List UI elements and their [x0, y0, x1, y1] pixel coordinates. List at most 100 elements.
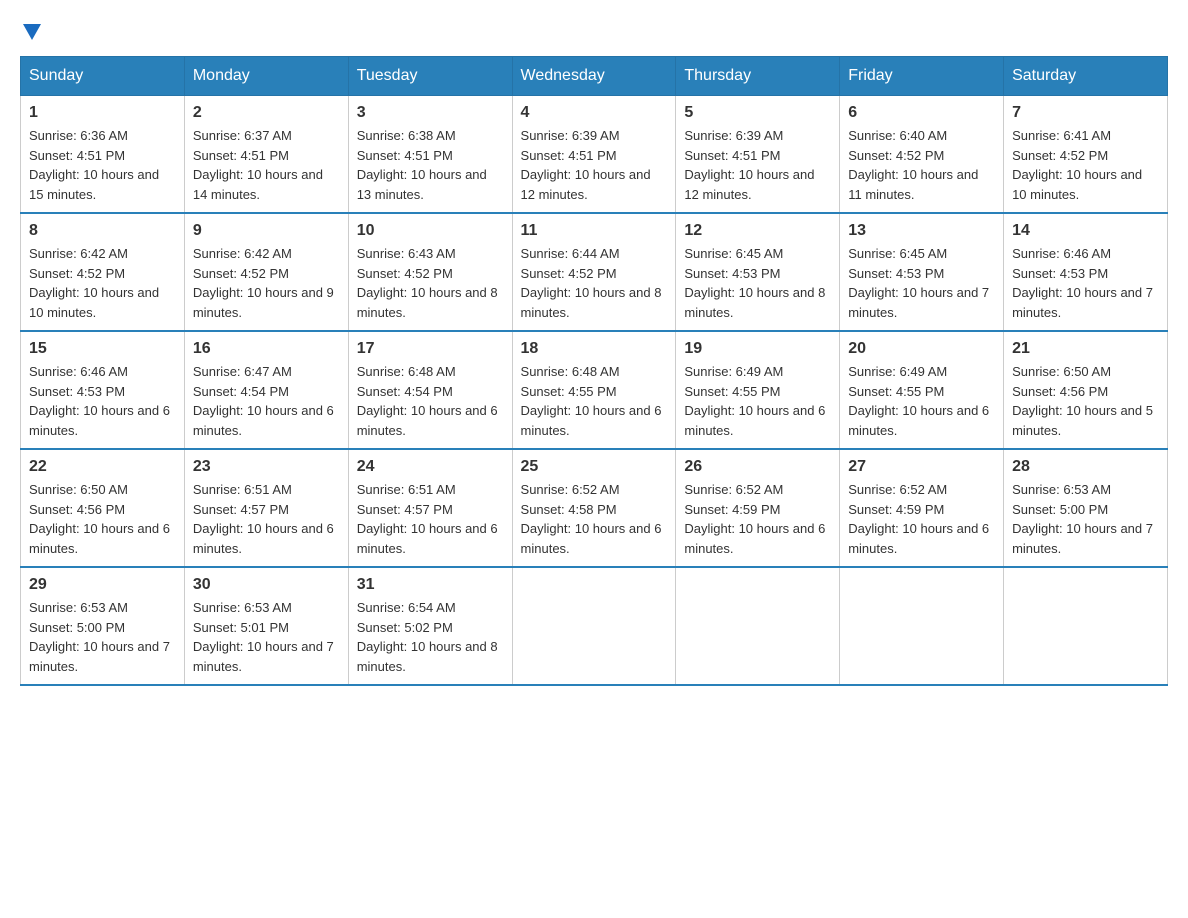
daylight-label: Daylight: 10 hours and 7 minutes. [848, 285, 989, 320]
day-number: 25 [521, 458, 668, 476]
day-info: Sunrise: 6:41 AM Sunset: 4:52 PM Dayligh… [1012, 126, 1159, 204]
daylight-label: Daylight: 10 hours and 8 minutes. [357, 285, 498, 320]
calendar-cell: 14 Sunrise: 6:46 AM Sunset: 4:53 PM Dayl… [1004, 213, 1168, 331]
sunset-label: Sunset: 5:00 PM [1012, 502, 1108, 517]
calendar-cell: 6 Sunrise: 6:40 AM Sunset: 4:52 PM Dayli… [840, 96, 1004, 214]
day-info: Sunrise: 6:42 AM Sunset: 4:52 PM Dayligh… [193, 244, 340, 322]
calendar-cell: 18 Sunrise: 6:48 AM Sunset: 4:55 PM Dayl… [512, 331, 676, 449]
calendar-cell [1004, 567, 1168, 685]
sunset-label: Sunset: 4:53 PM [684, 266, 780, 281]
daylight-label: Daylight: 10 hours and 6 minutes. [193, 521, 334, 556]
day-number: 19 [684, 340, 831, 358]
daylight-label: Daylight: 10 hours and 6 minutes. [848, 403, 989, 438]
day-number: 2 [193, 104, 340, 122]
daylight-label: Daylight: 10 hours and 15 minutes. [29, 167, 159, 202]
day-number: 31 [357, 576, 504, 594]
daylight-label: Daylight: 10 hours and 13 minutes. [357, 167, 487, 202]
sunrise-label: Sunrise: 6:50 AM [29, 482, 128, 497]
calendar-cell: 15 Sunrise: 6:46 AM Sunset: 4:53 PM Dayl… [21, 331, 185, 449]
sunrise-label: Sunrise: 6:47 AM [193, 364, 292, 379]
day-info: Sunrise: 6:46 AM Sunset: 4:53 PM Dayligh… [1012, 244, 1159, 322]
sunset-label: Sunset: 4:57 PM [357, 502, 453, 517]
day-number: 17 [357, 340, 504, 358]
sunrise-label: Sunrise: 6:52 AM [684, 482, 783, 497]
sunset-label: Sunset: 4:51 PM [684, 148, 780, 163]
sunset-label: Sunset: 4:56 PM [29, 502, 125, 517]
sunrise-label: Sunrise: 6:45 AM [848, 246, 947, 261]
sunset-label: Sunset: 4:51 PM [357, 148, 453, 163]
day-info: Sunrise: 6:38 AM Sunset: 4:51 PM Dayligh… [357, 126, 504, 204]
day-number: 14 [1012, 222, 1159, 240]
sunset-label: Sunset: 4:52 PM [357, 266, 453, 281]
day-info: Sunrise: 6:51 AM Sunset: 4:57 PM Dayligh… [357, 480, 504, 558]
day-info: Sunrise: 6:43 AM Sunset: 4:52 PM Dayligh… [357, 244, 504, 322]
day-number: 8 [29, 222, 176, 240]
daylight-label: Daylight: 10 hours and 5 minutes. [1012, 403, 1153, 438]
header-thursday: Thursday [676, 57, 840, 96]
week-row-4: 22 Sunrise: 6:50 AM Sunset: 4:56 PM Dayl… [21, 449, 1168, 567]
sunset-label: Sunset: 4:53 PM [1012, 266, 1108, 281]
calendar-table: SundayMondayTuesdayWednesdayThursdayFrid… [20, 56, 1168, 686]
day-number: 18 [521, 340, 668, 358]
calendar-cell [676, 567, 840, 685]
sunset-label: Sunset: 4:59 PM [684, 502, 780, 517]
day-info: Sunrise: 6:49 AM Sunset: 4:55 PM Dayligh… [684, 362, 831, 440]
calendar-cell: 12 Sunrise: 6:45 AM Sunset: 4:53 PM Dayl… [676, 213, 840, 331]
day-number: 13 [848, 222, 995, 240]
day-number: 29 [29, 576, 176, 594]
daylight-label: Daylight: 10 hours and 6 minutes. [357, 403, 498, 438]
header-wednesday: Wednesday [512, 57, 676, 96]
daylight-label: Daylight: 10 hours and 6 minutes. [684, 403, 825, 438]
sunset-label: Sunset: 5:01 PM [193, 620, 289, 635]
sunset-label: Sunset: 4:51 PM [193, 148, 289, 163]
day-info: Sunrise: 6:48 AM Sunset: 4:54 PM Dayligh… [357, 362, 504, 440]
daylight-label: Daylight: 10 hours and 9 minutes. [193, 285, 334, 320]
sunset-label: Sunset: 4:56 PM [1012, 384, 1108, 399]
sunset-label: Sunset: 4:52 PM [521, 266, 617, 281]
sunset-label: Sunset: 4:53 PM [848, 266, 944, 281]
calendar-cell: 23 Sunrise: 6:51 AM Sunset: 4:57 PM Dayl… [184, 449, 348, 567]
daylight-label: Daylight: 10 hours and 6 minutes. [193, 403, 334, 438]
calendar-cell: 4 Sunrise: 6:39 AM Sunset: 4:51 PM Dayli… [512, 96, 676, 214]
day-number: 5 [684, 104, 831, 122]
sunset-label: Sunset: 4:55 PM [684, 384, 780, 399]
calendar-header-row: SundayMondayTuesdayWednesdayThursdayFrid… [21, 57, 1168, 96]
calendar-cell [512, 567, 676, 685]
sunrise-label: Sunrise: 6:48 AM [357, 364, 456, 379]
day-info: Sunrise: 6:47 AM Sunset: 4:54 PM Dayligh… [193, 362, 340, 440]
daylight-label: Daylight: 10 hours and 10 minutes. [1012, 167, 1142, 202]
day-number: 6 [848, 104, 995, 122]
sunset-label: Sunset: 4:55 PM [521, 384, 617, 399]
sunrise-label: Sunrise: 6:52 AM [848, 482, 947, 497]
calendar-cell: 17 Sunrise: 6:48 AM Sunset: 4:54 PM Dayl… [348, 331, 512, 449]
calendar-cell: 19 Sunrise: 6:49 AM Sunset: 4:55 PM Dayl… [676, 331, 840, 449]
calendar-cell: 22 Sunrise: 6:50 AM Sunset: 4:56 PM Dayl… [21, 449, 185, 567]
day-info: Sunrise: 6:40 AM Sunset: 4:52 PM Dayligh… [848, 126, 995, 204]
sunrise-label: Sunrise: 6:39 AM [684, 128, 783, 143]
day-number: 3 [357, 104, 504, 122]
sunset-label: Sunset: 4:58 PM [521, 502, 617, 517]
day-number: 4 [521, 104, 668, 122]
day-number: 22 [29, 458, 176, 476]
sunrise-label: Sunrise: 6:42 AM [29, 246, 128, 261]
sunrise-label: Sunrise: 6:39 AM [521, 128, 620, 143]
sunset-label: Sunset: 4:59 PM [848, 502, 944, 517]
day-info: Sunrise: 6:52 AM Sunset: 4:59 PM Dayligh… [848, 480, 995, 558]
logo-triangle-icon [21, 20, 43, 42]
day-number: 7 [1012, 104, 1159, 122]
day-info: Sunrise: 6:53 AM Sunset: 5:00 PM Dayligh… [1012, 480, 1159, 558]
day-number: 10 [357, 222, 504, 240]
sunrise-label: Sunrise: 6:46 AM [1012, 246, 1111, 261]
calendar-cell: 1 Sunrise: 6:36 AM Sunset: 4:51 PM Dayli… [21, 96, 185, 214]
calendar-cell: 16 Sunrise: 6:47 AM Sunset: 4:54 PM Dayl… [184, 331, 348, 449]
header-tuesday: Tuesday [348, 57, 512, 96]
sunset-label: Sunset: 4:52 PM [1012, 148, 1108, 163]
calendar-cell: 25 Sunrise: 6:52 AM Sunset: 4:58 PM Dayl… [512, 449, 676, 567]
sunset-label: Sunset: 4:52 PM [193, 266, 289, 281]
daylight-label: Daylight: 10 hours and 7 minutes. [29, 639, 170, 674]
sunrise-label: Sunrise: 6:53 AM [29, 600, 128, 615]
sunrise-label: Sunrise: 6:41 AM [1012, 128, 1111, 143]
day-info: Sunrise: 6:51 AM Sunset: 4:57 PM Dayligh… [193, 480, 340, 558]
sunrise-label: Sunrise: 6:37 AM [193, 128, 292, 143]
sunset-label: Sunset: 4:53 PM [29, 384, 125, 399]
